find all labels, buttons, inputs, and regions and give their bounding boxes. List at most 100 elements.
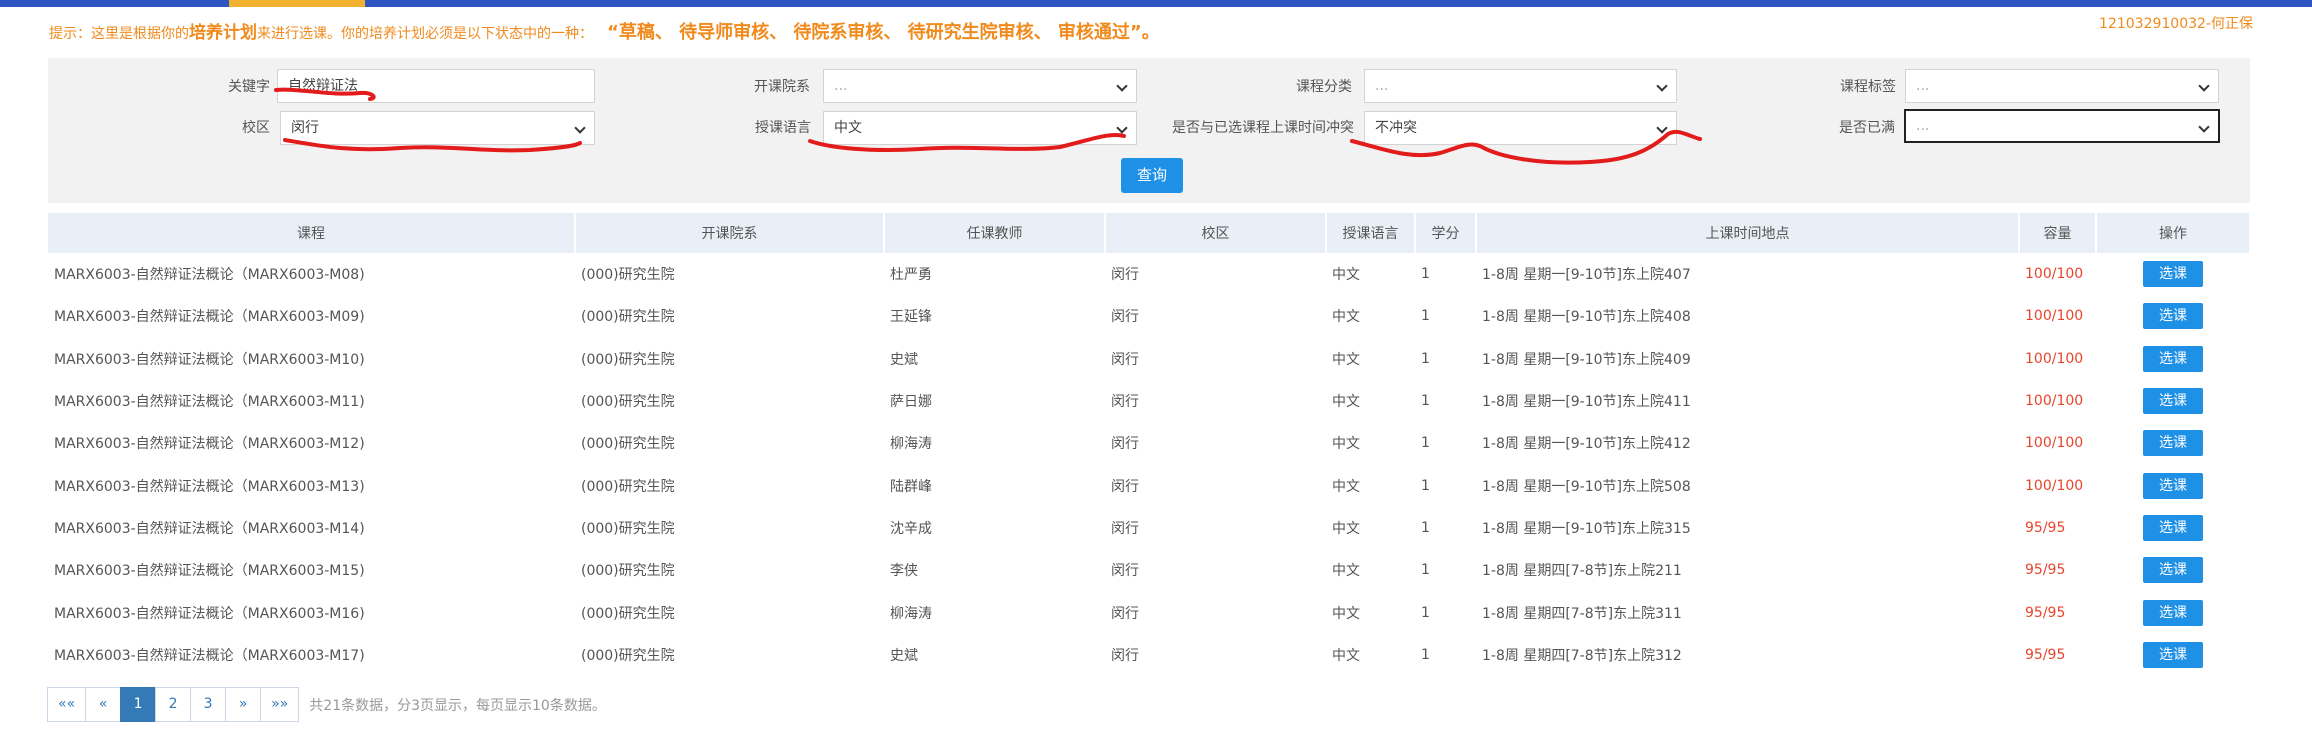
cell-dept: (000)研究生院	[581, 563, 675, 580]
column-header-dept[interactable]: 开课院系	[575, 213, 885, 253]
cell-dept: (000)研究生院	[581, 351, 675, 368]
select-course-button[interactable]: 选课	[2143, 641, 2203, 668]
language-select[interactable]: 中文	[823, 111, 1137, 145]
user-id: 121032910032-何正保	[2099, 16, 2253, 32]
select-course-button[interactable]: 选课	[2143, 388, 2203, 415]
cell-course: MARX6003-自然辩证法概论（MARX6003-M17)	[54, 647, 365, 664]
cell-dept: (000)研究生院	[581, 394, 675, 411]
cell-time-place: 1-8周 星期一[9-10节]东上院508	[1482, 478, 1691, 495]
select-course-button[interactable]: 选课	[2143, 303, 2203, 330]
cell-time-place: 1-8周 星期一[9-10节]东上院408	[1482, 309, 1691, 326]
cell-action: 选课	[2096, 464, 2250, 506]
cell-capacity: 100/100	[2025, 266, 2084, 283]
tag-value: ...	[1916, 78, 1930, 94]
cell-language: 中文	[1332, 309, 1360, 326]
full-value: ...	[1916, 118, 1930, 134]
column-header-teacher[interactable]: 任课教师	[884, 213, 1106, 253]
next-page-button[interactable]: »	[225, 687, 262, 722]
language-value: 中文	[834, 120, 862, 136]
cell-dept: (000)研究生院	[581, 520, 675, 537]
conflict-label: 是否与已选课程上课时间冲突	[1172, 120, 1354, 136]
chevron-down-icon	[1116, 80, 1128, 92]
cell-teacher: 萨日娜	[890, 394, 932, 411]
cell-action: 选课	[2096, 422, 2250, 464]
select-course-button[interactable]: 选课	[2143, 599, 2203, 626]
cell-course: MARX6003-自然辩证法概论（MARX6003-M15)	[54, 563, 365, 580]
conflict-select[interactable]: 不冲突	[1364, 111, 1677, 145]
table-row: MARX6003-自然辩证法概论（MARX6003-M16) (000)研究生院…	[48, 591, 2250, 633]
cell-campus: 闵行	[1111, 478, 1139, 495]
table-row: MARX6003-自然辩证法概论（MARX6003-M12) (000)研究生院…	[48, 422, 2250, 464]
cell-capacity: 100/100	[2025, 435, 2084, 452]
cell-campus: 闵行	[1111, 309, 1139, 326]
column-header-campus[interactable]: 校区	[1105, 213, 1327, 253]
cell-campus: 闵行	[1111, 267, 1139, 284]
hint-text: 提示：这里是根据你的培养计划来进行选课。你的培养计划必须是以下状态中的一种： “草…	[49, 20, 1160, 46]
select-course-button[interactable]: 选课	[2143, 557, 2203, 584]
hint-states: “草稿、 待导师审核、 待院系审核、 待研究生院审核、 审核通过”。	[607, 22, 1160, 43]
cell-credit: 1	[1421, 266, 1430, 283]
full-select[interactable]: ...	[1904, 109, 2220, 143]
cell-capacity: 95/95	[2025, 519, 2066, 536]
cell-dept: (000)研究生院	[581, 647, 675, 664]
cell-course: MARX6003-自然辩证法概论（MARX6003-M12)	[54, 436, 365, 453]
tag-select[interactable]: ...	[1905, 69, 2219, 103]
cell-capacity: 100/100	[2025, 350, 2084, 367]
cell-teacher: 史斌	[890, 351, 918, 368]
select-course-button[interactable]: 选课	[2143, 472, 2203, 499]
dept-label: 开课院系	[754, 79, 810, 95]
page-3-button[interactable]: 3	[190, 687, 227, 722]
page-2-button[interactable]: 2	[155, 687, 192, 722]
cell-credit: 1	[1421, 393, 1430, 410]
pagination-info: 共21条数据，分3页显示，每页显示10条数据。	[309, 697, 606, 714]
cell-dept: (000)研究生院	[581, 309, 675, 326]
cell-course: MARX6003-自然辩证法概论（MARX6003-M08)	[54, 267, 365, 284]
select-course-button[interactable]: 选课	[2143, 514, 2203, 541]
select-course-button[interactable]: 选课	[2143, 345, 2203, 372]
cell-teacher: 柳海涛	[890, 605, 932, 622]
cell-time-place: 1-8周 星期四[7-8节]东上院312	[1482, 647, 1682, 664]
column-header-course[interactable]: 课程	[48, 213, 576, 253]
page-1-button[interactable]: 1	[120, 687, 157, 722]
table-row: MARX6003-自然辩证法概论（MARX6003-M15) (000)研究生院…	[48, 549, 2250, 591]
cell-teacher: 王延锋	[890, 309, 932, 326]
table-row: MARX6003-自然辩证法概论（MARX6003-M17) (000)研究生院…	[48, 634, 2250, 676]
cell-time-place: 1-8周 星期四[7-8节]东上院311	[1482, 605, 1682, 622]
cell-action: 选课	[2096, 295, 2250, 337]
cell-language: 中文	[1332, 267, 1360, 284]
select-course-button[interactable]: 选课	[2143, 261, 2203, 288]
cell-action: 选课	[2096, 591, 2250, 633]
active-nav-tab-indicator[interactable]	[229, 0, 365, 7]
column-header-time-place[interactable]: 上课时间地点	[1476, 213, 2020, 253]
category-select[interactable]: ...	[1364, 69, 1677, 103]
last-page-button[interactable]: »»	[260, 687, 300, 722]
cell-capacity: 100/100	[2025, 308, 2084, 325]
category-label: 课程分类	[1296, 79, 1352, 95]
language-label: 授课语言	[755, 120, 811, 136]
tag-label: 课程标签	[1840, 79, 1896, 95]
cell-course: MARX6003-自然辩证法概论（MARX6003-M09)	[54, 309, 365, 326]
cell-dept: (000)研究生院	[581, 605, 675, 622]
query-button[interactable]: 查询	[1121, 158, 1183, 193]
cell-capacity: 100/100	[2025, 393, 2084, 410]
column-header-capacity[interactable]: 容量	[2019, 213, 2097, 253]
column-header-language[interactable]: 授课语言	[1326, 213, 1416, 253]
cell-credit: 1	[1421, 435, 1430, 452]
dept-select[interactable]: ...	[823, 69, 1137, 103]
first-page-button[interactable]: ««	[47, 687, 87, 722]
keyword-input[interactable]: 自然辩证法	[277, 69, 595, 103]
cell-dept: (000)研究生院	[581, 267, 675, 284]
chevron-down-icon	[1116, 122, 1128, 134]
cell-course: MARX6003-自然辩证法概论（MARX6003-M10)	[54, 351, 365, 368]
campus-select[interactable]: 闵行	[280, 111, 595, 145]
prev-page-button[interactable]: «	[85, 687, 122, 722]
select-course-button[interactable]: 选课	[2143, 430, 2203, 457]
cell-action: 选课	[2096, 253, 2250, 295]
cell-course: MARX6003-自然辩证法概论（MARX6003-M14)	[54, 520, 365, 537]
cell-capacity: 95/95	[2025, 562, 2066, 579]
pagination: «« « 1 2 3 » »» 共21条数据，分3页显示，每页显示10条数据。	[47, 687, 606, 722]
cell-language: 中文	[1332, 436, 1360, 453]
conflict-value: 不冲突	[1375, 120, 1417, 136]
cell-action: 选课	[2096, 634, 2250, 676]
column-header-credit[interactable]: 学分	[1415, 213, 1477, 253]
